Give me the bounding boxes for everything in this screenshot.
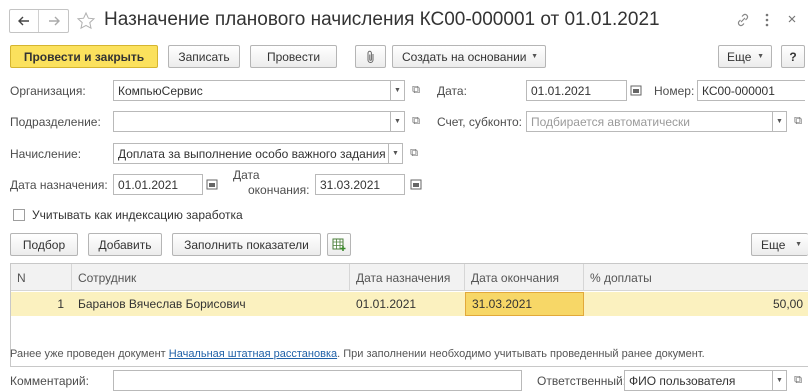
attach-button[interactable] (355, 45, 386, 68)
row-percent[interactable]: 50,00 (584, 292, 808, 316)
row-number: 1 (57, 297, 64, 311)
back-button[interactable] (10, 10, 39, 32)
end-date-label-line2: окончания: (248, 183, 310, 197)
row-employee[interactable]: Баранов Вячеслав Борисович (72, 292, 350, 316)
arrow-right-icon (48, 16, 60, 26)
table-settings-button[interactable] (327, 233, 351, 256)
comment-field[interactable] (113, 370, 522, 391)
more-label: Еще (727, 49, 752, 64)
date-label: Дата: (437, 84, 467, 98)
window-title: Назначение планового начисления КС00-000… (104, 9, 660, 30)
create-based-on-label: Создать на основании (402, 49, 527, 64)
responsible-field[interactable]: ФИО пользователя (624, 370, 773, 391)
organization-label: Организация: (10, 84, 86, 98)
accrual-dropdown-button[interactable]: ▼ (389, 143, 403, 164)
info-message: Ранее уже проведен документ Начальная шт… (10, 348, 705, 360)
responsible-open-icon[interactable]: ⧉ (790, 370, 806, 391)
date-field[interactable]: 01.01.2021 (526, 80, 627, 101)
responsible-label: Ответственный: (537, 374, 627, 388)
number-label: Номер: (654, 84, 695, 98)
add-button[interactable]: Добавить (88, 233, 162, 256)
chevron-down-icon: ▼ (394, 118, 401, 125)
column-header-employee[interactable]: Сотрудник (72, 264, 350, 291)
table-row[interactable]: 1 Баранов Вячеслав Борисович 01.01.2021 … (11, 292, 808, 316)
indexation-checkbox[interactable] (13, 209, 25, 221)
title-bar: Назначение планового начисления КС00-000… (0, 0, 808, 40)
chevron-down-icon: ▼ (795, 241, 802, 248)
favorite-star-icon[interactable] (76, 11, 96, 31)
close-icon[interactable] (786, 13, 798, 25)
department-field[interactable] (113, 111, 391, 132)
account-field[interactable]: Подбирается автоматически (526, 111, 773, 132)
chevron-down-icon: ▼ (776, 377, 783, 384)
forward-button[interactable] (39, 10, 68, 32)
end-date-field[interactable]: 31.03.2021 (315, 174, 405, 195)
nav-buttons (9, 9, 69, 33)
select-button[interactable]: Подбор (10, 233, 78, 256)
initial-staffing-link[interactable]: Начальная штатная расстановка (169, 348, 337, 360)
organization-field[interactable]: КомпьюСервис (113, 80, 391, 101)
vertical-dots-icon[interactable] (762, 12, 772, 28)
indexation-label: Учитывать как индексацию заработка (32, 208, 243, 222)
more-button[interactable]: Еще ▼ (718, 45, 772, 68)
chevron-down-icon: ▼ (757, 53, 764, 60)
calendar-icon[interactable] (205, 177, 219, 191)
department-label: Подразделение: (10, 115, 101, 129)
assign-date-label: Дата назначения: (10, 178, 108, 192)
row-end-date[interactable]: 31.03.2021 (465, 292, 584, 316)
row-start-date[interactable]: 01.01.2021 (350, 292, 465, 316)
column-header-n[interactable]: N (11, 264, 72, 291)
help-button[interactable]: ? (781, 45, 805, 68)
chevron-down-icon: ▼ (531, 53, 538, 60)
create-based-on-button[interactable]: Создать на основании ▼ (392, 45, 546, 68)
link-icon[interactable] (735, 12, 751, 28)
number-field[interactable]: КС00-000001 (697, 80, 805, 101)
department-dropdown-button[interactable]: ▼ (391, 111, 405, 132)
post-button[interactable]: Провести (250, 45, 337, 68)
column-header-end-date[interactable]: Дата окончания (465, 264, 584, 291)
table-header: N Сотрудник Дата назначения Дата окончан… (11, 264, 808, 291)
save-button[interactable]: Записать (168, 45, 240, 68)
info-suffix: . При заполнении необходимо учитывать пр… (337, 348, 705, 360)
calendar-icon[interactable] (409, 177, 423, 191)
comment-label: Комментарий: (10, 374, 89, 388)
account-dropdown-button[interactable]: ▼ (773, 111, 787, 132)
accrual-field[interactable]: Доплата за выполнение особо важного зада… (113, 143, 389, 164)
account-open-icon[interactable]: ⧉ (790, 111, 806, 132)
info-prefix: Ранее уже проведен документ (10, 348, 169, 360)
table-more-button[interactable]: Еще ▼ (751, 233, 808, 256)
accrual-label: Начисление: (10, 147, 82, 161)
table-settings-icon (332, 238, 346, 251)
department-open-icon[interactable]: ⧉ (408, 111, 424, 132)
end-date-label-line1: Дата (233, 168, 260, 182)
organization-open-icon[interactable]: ⧉ (408, 80, 424, 101)
chevron-down-icon: ▼ (392, 150, 399, 157)
paperclip-icon (367, 50, 373, 63)
arrow-left-icon (18, 16, 29, 26)
chevron-down-icon: ▼ (394, 87, 401, 94)
chevron-down-icon: ▼ (776, 118, 783, 125)
fill-indicators-button[interactable]: Заполнить показатели (172, 233, 321, 256)
column-header-start-date[interactable]: Дата назначения (350, 264, 465, 291)
accrual-open-icon[interactable]: ⧉ (406, 143, 422, 164)
assign-date-field[interactable]: 01.01.2021 (113, 174, 203, 195)
column-header-percent[interactable]: % доплаты (584, 264, 808, 291)
table-more-label: Еще (761, 237, 786, 252)
post-and-close-button[interactable]: Провести и закрыть (10, 45, 158, 68)
responsible-dropdown-button[interactable]: ▼ (773, 370, 787, 391)
account-label: Счет, субконто: (437, 115, 522, 129)
calendar-icon[interactable] (629, 83, 643, 97)
organization-dropdown-button[interactable]: ▼ (391, 80, 405, 101)
